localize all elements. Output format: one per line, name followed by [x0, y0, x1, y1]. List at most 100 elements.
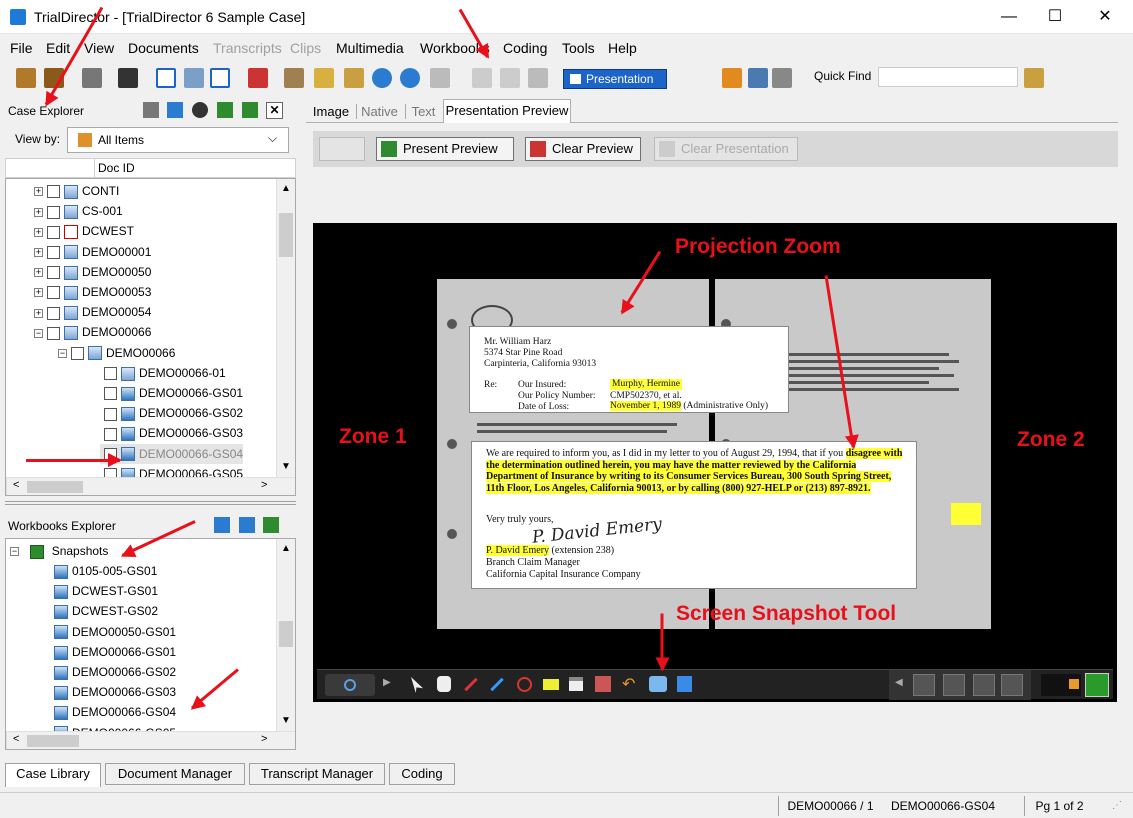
camera-icon[interactable]: [649, 676, 667, 692]
tab-image[interactable]: Image: [309, 104, 353, 119]
expand-toggle[interactable]: +: [34, 288, 43, 298]
refresh-icon[interactable]: [192, 102, 208, 118]
item-checkbox[interactable]: [104, 387, 117, 401]
green-status-button[interactable]: [1085, 673, 1109, 697]
collapse-toggle[interactable]: −: [10, 547, 19, 557]
item-checkbox[interactable]: [47, 306, 60, 320]
find-binoculars-icon[interactable]: [1024, 68, 1044, 88]
splitter[interactable]: [5, 501, 296, 505]
item-checkbox[interactable]: [47, 326, 60, 340]
workbook-item[interactable]: DCWEST-GS02: [54, 601, 158, 621]
stack-icon[interactable]: [772, 68, 792, 88]
horizontal-scrollbar[interactable]: < >: [6, 477, 295, 495]
undo-icon[interactable]: ↶: [622, 674, 635, 694]
expand-toggle[interactable]: +: [34, 268, 43, 278]
expand-toggle[interactable]: +: [34, 308, 43, 318]
export-icon[interactable]: [344, 68, 364, 88]
vertical-scrollbar[interactable]: ▲ ▼: [276, 179, 295, 477]
presentation-preview-area[interactable]: Mr. William Harz 5374 Star Pine Road Car…: [313, 223, 1117, 702]
layout-icon[interactable]: [156, 68, 176, 88]
presentation-button[interactable]: Presentation: [563, 69, 667, 89]
tree-item[interactable]: DEMO00066-GS03: [100, 423, 243, 443]
menu-coding[interactable]: Coding: [503, 40, 547, 56]
minimize-button[interactable]: —: [986, 4, 1032, 30]
expand-toggle[interactable]: −: [58, 348, 67, 358]
vertical-scrollbar[interactable]: ▲ ▼: [276, 539, 295, 731]
color-picker[interactable]: [1041, 674, 1081, 696]
tree-item[interactable]: + CS-001: [34, 201, 123, 221]
item-checkbox[interactable]: [104, 427, 117, 441]
collapse-all-icon[interactable]: [242, 102, 258, 118]
item-checkbox[interactable]: [104, 367, 117, 381]
tree-item[interactable]: − DEMO00066: [58, 343, 175, 363]
sort-icon[interactable]: [214, 517, 230, 533]
workbook-item[interactable]: 0105-005-GS01: [54, 561, 157, 581]
tree-item[interactable]: + DEMO00053: [34, 282, 151, 302]
save-icon[interactable]: [677, 676, 692, 692]
tree-item-snapshots[interactable]: − Snapshots: [10, 541, 108, 561]
tree-item[interactable]: + DEMO00054: [34, 302, 151, 322]
move-down-icon[interactable]: [239, 517, 255, 533]
print-icon[interactable]: [143, 102, 159, 118]
scroll-thumb[interactable]: [279, 213, 293, 257]
tab-case-library[interactable]: Case Library: [5, 763, 101, 787]
tree-item[interactable]: − DEMO00066: [34, 322, 151, 342]
tab-text[interactable]: Text: [405, 104, 441, 119]
document-icon[interactable]: [973, 674, 995, 696]
horizontal-scrollbar[interactable]: < >: [6, 731, 295, 749]
line-tool-icon[interactable]: [490, 677, 504, 692]
expand-all-icon[interactable]: [217, 102, 233, 118]
item-checkbox[interactable]: [47, 286, 60, 300]
tab-document-manager[interactable]: Document Manager: [105, 763, 245, 785]
tree-item[interactable]: DEMO00066-01: [100, 363, 226, 383]
projection-zoom-callout-2[interactable]: We are required to inform you, as I did …: [471, 441, 917, 589]
projection-zoom-callout-1[interactable]: Mr. William Harz 5374 Star Pine Road Car…: [469, 326, 789, 413]
workbook-item[interactable]: DEMO00066-GS03: [54, 682, 176, 702]
present-preview-button[interactable]: Present Preview: [376, 137, 514, 161]
wrench-icon[interactable]: [1001, 674, 1023, 696]
rotate-right-icon[interactable]: [372, 68, 392, 88]
frame-icon[interactable]: [210, 68, 230, 88]
ellipse-tool-icon[interactable]: [517, 677, 532, 692]
workbook-item[interactable]: DEMO00050-GS01: [54, 622, 176, 642]
close-button[interactable]: ✕: [1082, 4, 1128, 30]
callout-tool-icon[interactable]: [595, 676, 611, 692]
clear-preview-button[interactable]: Clear Preview: [525, 137, 641, 161]
sort-icon[interactable]: [167, 102, 183, 118]
expand-toggle[interactable]: +: [34, 227, 43, 237]
menu-multimedia[interactable]: Multimedia: [336, 40, 404, 56]
rotate-view-button[interactable]: [325, 674, 375, 696]
expand-toggle[interactable]: +: [34, 207, 43, 217]
item-checkbox[interactable]: [47, 225, 60, 239]
view-by-select[interactable]: All Items ⌵: [67, 127, 289, 153]
item-checkbox[interactable]: [71, 346, 84, 360]
binoculars-icon[interactable]: [118, 68, 138, 88]
resize-grip-icon[interactable]: ⋰: [1112, 800, 1122, 811]
expand-toggle[interactable]: −: [34, 328, 43, 338]
redact-tool-icon[interactable]: [569, 677, 583, 691]
menu-tools[interactable]: Tools: [562, 40, 595, 56]
pointer-tool-icon[interactable]: [411, 677, 423, 693]
workbook-item[interactable]: DCWEST-GS01: [54, 581, 158, 601]
page-export-icon[interactable]: [748, 68, 768, 88]
zoom-icon[interactable]: [314, 68, 334, 88]
expand-toggle[interactable]: +: [34, 247, 43, 257]
stamp-icon[interactable]: [943, 674, 965, 696]
add-item-icon[interactable]: [248, 68, 268, 88]
link-icon[interactable]: [184, 68, 204, 88]
item-checkbox[interactable]: [104, 407, 117, 421]
tree-item[interactable]: + DEMO00001: [34, 242, 151, 262]
item-checkbox[interactable]: [47, 266, 60, 280]
menu-help[interactable]: Help: [608, 40, 637, 56]
scroll-thumb[interactable]: [27, 735, 79, 747]
tree-item[interactable]: + DEMO00050: [34, 262, 151, 282]
item-checkbox[interactable]: [47, 205, 60, 219]
expand-toolbar-icon[interactable]: ▶: [383, 677, 391, 688]
pen-color-icon[interactable]: [913, 674, 935, 696]
tree-item[interactable]: DEMO00066-GS01: [100, 383, 243, 403]
menu-edit[interactable]: Edit: [46, 40, 70, 56]
item-checkbox[interactable]: [47, 245, 60, 259]
scroll-thumb[interactable]: [279, 621, 293, 647]
workbook-item[interactable]: DEMO00066-GS04: [54, 702, 176, 722]
menu-file[interactable]: File: [10, 40, 33, 56]
